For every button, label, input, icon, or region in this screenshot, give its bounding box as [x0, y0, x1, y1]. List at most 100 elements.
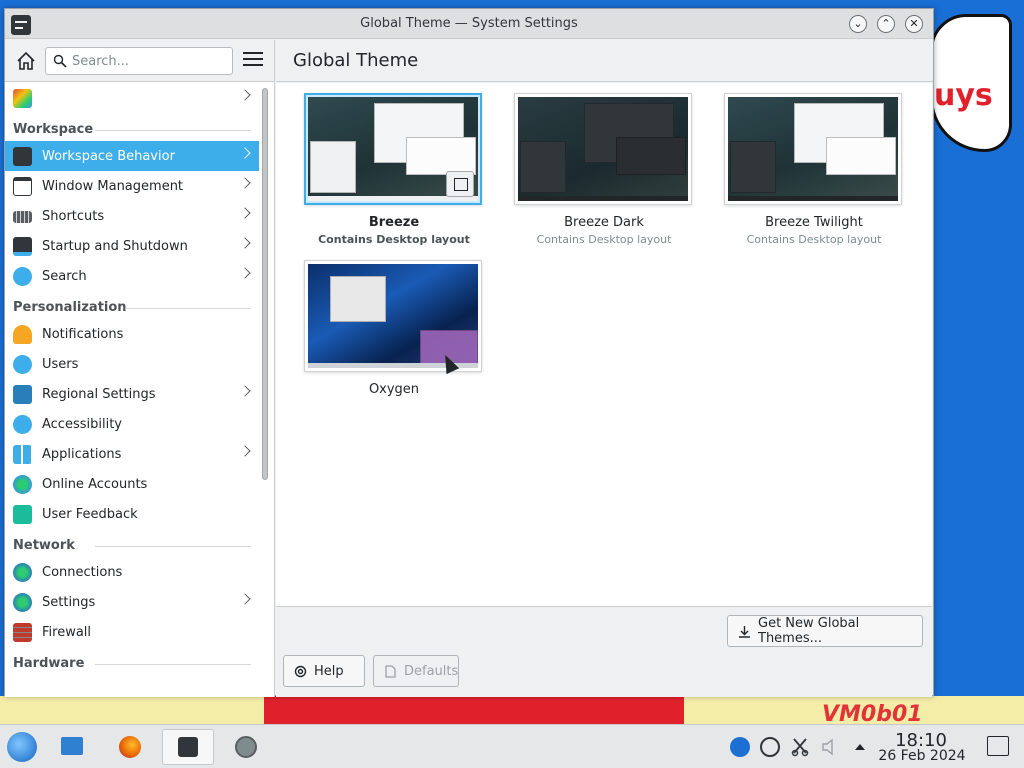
wallpaper-cloud-text: uys	[934, 78, 993, 113]
sidebar-item-user-feedback[interactable]: User Feedback	[5, 499, 259, 529]
chevron-right-icon	[239, 207, 251, 219]
tray-expand-button[interactable]	[850, 737, 870, 757]
chevron-right-icon	[239, 445, 251, 457]
sidebar-item-label: Accessibility	[42, 416, 122, 432]
maximize-button[interactable]: ⌃	[877, 15, 895, 33]
triangle-up-icon	[855, 744, 865, 750]
home-icon[interactable]	[15, 50, 37, 72]
preview-button[interactable]	[446, 171, 474, 197]
speaker-icon	[822, 738, 833, 756]
sidebar-item-firewall[interactable]: Firewall	[5, 617, 259, 647]
chevron-up-icon: ⌃	[881, 17, 891, 30]
theme-subtitle: Contains Desktop layout	[318, 233, 470, 246]
theme-thumbnail[interactable]	[514, 93, 692, 205]
feedback-icon	[13, 505, 32, 524]
globe-icon	[13, 563, 32, 582]
chevron-right-icon	[239, 177, 251, 189]
theme-tile-oxygen[interactable]: Oxygen	[304, 260, 484, 397]
sidebar-item-accessibility[interactable]: Accessibility	[5, 409, 259, 439]
theme-subtitle: Contains Desktop layout	[746, 233, 882, 246]
taskbar-app[interactable]	[226, 729, 266, 765]
hamburger-icon	[243, 52, 263, 54]
theme-subtitle: Contains Desktop layout	[536, 233, 672, 246]
taskbar-firefox[interactable]	[110, 729, 150, 765]
chevron-right-icon	[239, 89, 251, 101]
updates-icon[interactable]	[760, 737, 780, 757]
sidebar-item-startup-shutdown[interactable]: Startup and Shutdown	[5, 231, 259, 261]
firefox-icon	[119, 736, 141, 758]
document-icon	[385, 665, 396, 678]
clipboard-scissors-icon[interactable]	[790, 737, 810, 757]
sidebar-item-regional-settings[interactable]: Regional Settings	[5, 379, 259, 409]
taskbar-file-manager[interactable]	[52, 729, 92, 765]
category-network: Network	[5, 529, 259, 557]
application-launcher-button[interactable]	[2, 729, 42, 765]
taskbar-system-settings[interactable]	[162, 729, 214, 765]
close-button[interactable]: ✕	[905, 15, 923, 33]
sidebar-item-workspace-behavior[interactable]: Workspace Behavior	[5, 141, 259, 171]
info-icon[interactable]	[730, 737, 750, 757]
theme-tile-breeze[interactable]: Breeze Contains Desktop layout	[304, 93, 484, 246]
show-desktop-button[interactable]	[987, 736, 1009, 756]
sidebar-item-notifications[interactable]: Notifications	[5, 319, 259, 349]
sidebar-item-label: Startup and Shutdown	[42, 238, 188, 254]
system-settings-icon	[178, 737, 198, 757]
search-icon	[13, 267, 32, 286]
sidebar-item-connections[interactable]: Connections	[5, 557, 259, 587]
chevron-right-icon	[239, 267, 251, 279]
workspace-behavior-icon	[13, 147, 32, 166]
chevron-right-icon	[239, 385, 251, 397]
theme-preview-image	[518, 97, 688, 201]
sidebar-item-label: User Feedback	[42, 506, 138, 522]
globe-icon	[13, 593, 32, 612]
theme-name: Breeze Dark	[564, 215, 644, 230]
sidebar-item-shortcuts[interactable]: Shortcuts	[5, 201, 259, 231]
theme-thumbnail[interactable]	[304, 260, 482, 372]
hamburger-icon-line	[243, 58, 263, 60]
sidebar-item-label: Online Accounts	[42, 476, 148, 492]
theme-thumbnail[interactable]	[304, 93, 482, 205]
defaults-button[interactable]: Defaults	[373, 655, 459, 687]
theme-name: Oxygen	[368, 382, 420, 397]
system-settings-window: Global Theme — System Settings ⌄ ⌃ ✕ Sea…	[4, 8, 934, 697]
sidebar-item-network-settings[interactable]: Settings	[5, 587, 259, 617]
search-field[interactable]	[45, 47, 233, 75]
main-header: Global Theme	[276, 40, 933, 82]
keyboard-icon	[13, 211, 32, 223]
sidebar-item-applications[interactable]: Applications	[5, 439, 259, 469]
sidebar-item-users[interactable]: Users	[5, 349, 259, 379]
sidebar-item-label: Firewall	[42, 624, 92, 640]
window-titlebar[interactable]: Global Theme — System Settings ⌄ ⌃ ✕	[5, 9, 933, 39]
compass-icon	[235, 736, 257, 758]
minimize-button[interactable]: ⌄	[849, 15, 867, 33]
sidebar-item-search[interactable]: Search	[5, 261, 259, 291]
help-button[interactable]: Help	[283, 655, 365, 687]
window-title: Global Theme — System Settings	[360, 16, 578, 31]
sidebar-item-window-management[interactable]: Window Management	[5, 171, 259, 201]
online-accounts-icon	[13, 475, 32, 494]
scrollbar-thumb[interactable]	[262, 88, 268, 480]
theme-tile-breeze-twilight[interactable]: Breeze Twilight Contains Desktop layout	[724, 93, 904, 246]
chevron-right-icon	[239, 593, 251, 605]
sidebar-scrollbar[interactable]	[260, 88, 270, 488]
category-workspace: Workspace	[5, 113, 259, 141]
menu-button[interactable]	[243, 52, 263, 70]
main-panel: Global Theme Breeze Contains Desktop lay…	[276, 40, 933, 697]
theme-thumbnail[interactable]	[724, 93, 902, 205]
search-input[interactable]	[72, 52, 227, 70]
startup-shutdown-icon	[13, 237, 32, 256]
theme-name: Breeze Twilight	[765, 215, 863, 230]
sidebar-item-online-accounts[interactable]: Online Accounts	[5, 469, 259, 499]
chevron-down-icon: ⌄	[853, 17, 863, 30]
download-icon	[739, 626, 750, 638]
theme-preview-image	[728, 97, 898, 201]
theme-preview-image	[308, 264, 478, 368]
theme-tile-breeze-dark[interactable]: Breeze Dark Contains Desktop layout	[514, 93, 694, 246]
applications-icon	[13, 445, 32, 464]
get-new-global-themes-button[interactable]: Get New Global Themes...	[727, 615, 923, 647]
sidebar-item-label: Workspace Behavior	[42, 148, 175, 164]
volume-icon[interactable]	[820, 737, 840, 757]
chevron-right-icon	[239, 237, 251, 249]
sidebar-item-quick-settings[interactable]	[5, 83, 259, 113]
clock-date[interactable]: 26 Feb 2024	[872, 748, 972, 764]
